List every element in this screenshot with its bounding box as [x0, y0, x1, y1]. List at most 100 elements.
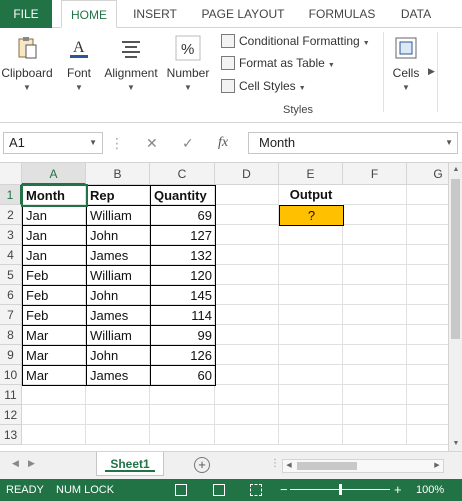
grid-cell[interactable]	[343, 265, 407, 285]
column-header-e[interactable]: E	[279, 163, 343, 185]
table-cell[interactable]: John	[86, 225, 151, 246]
number-group[interactable]: % Number ▼	[164, 28, 212, 123]
grid-cell[interactable]	[279, 225, 343, 245]
scroll-down-icon[interactable]: ▼	[449, 437, 462, 451]
page-break-view-icon[interactable]	[250, 484, 262, 496]
output-label[interactable]: Output	[279, 185, 343, 205]
grid-cell[interactable]	[279, 425, 343, 445]
grid-cell[interactable]	[407, 265, 448, 285]
row-header-12[interactable]: 12	[0, 405, 22, 425]
zoom-out-button[interactable]: −	[280, 479, 288, 501]
grid-cell[interactable]	[279, 385, 343, 405]
tab-home[interactable]: HOME	[61, 0, 117, 28]
table-cell[interactable]: William	[86, 205, 151, 226]
zoom-level[interactable]: 100%	[416, 479, 444, 501]
row-header-10[interactable]: 10	[0, 365, 22, 385]
tab-file[interactable]: FILE	[0, 0, 52, 28]
column-header-f[interactable]: F	[343, 163, 407, 185]
grid-cell[interactable]	[407, 325, 448, 345]
grid-cell[interactable]	[407, 425, 448, 445]
horizontal-scrollbar[interactable]: ◀ ▶	[282, 459, 444, 473]
column-header-a[interactable]: A	[22, 163, 86, 185]
scroll-right-icon[interactable]: ▶	[431, 460, 443, 472]
table-cell[interactable]: James	[86, 245, 151, 266]
row-header-6[interactable]: 6	[0, 285, 22, 305]
grid-cell[interactable]	[279, 345, 343, 365]
cell-styles-button[interactable]: Cell Styles ▼	[221, 76, 306, 96]
grid-cell[interactable]	[343, 225, 407, 245]
grid-cell[interactable]	[215, 185, 279, 205]
grid-cell[interactable]	[407, 225, 448, 245]
table-cell[interactable]: Mar	[22, 325, 87, 346]
grid-cell[interactable]	[215, 265, 279, 285]
table-cell[interactable]: James	[86, 365, 151, 386]
grid-cell[interactable]	[407, 285, 448, 305]
chevron-down-icon[interactable]: ▼	[89, 133, 97, 153]
vertical-scrollbar[interactable]: ▲ ▼	[448, 163, 462, 451]
grid-cell[interactable]	[22, 405, 86, 425]
grid-cell[interactable]	[215, 225, 279, 245]
grid-cell[interactable]	[407, 185, 448, 205]
grid-cell[interactable]	[215, 245, 279, 265]
row-header-9[interactable]: 9	[0, 345, 22, 365]
tab-data[interactable]: DATA	[393, 0, 439, 28]
grid-cell[interactable]	[215, 285, 279, 305]
grid-cell[interactable]	[215, 205, 279, 225]
column-header-g[interactable]: G	[407, 163, 448, 185]
table-cell[interactable]: William	[86, 325, 151, 346]
drag-handle-icon[interactable]: ⋮	[110, 132, 124, 154]
splitter-icon[interactable]: ⋮	[270, 458, 280, 469]
grid-cell[interactable]	[279, 305, 343, 325]
grid-cell[interactable]	[407, 405, 448, 425]
grid-cell[interactable]	[215, 405, 279, 425]
row-header-2[interactable]: 2	[0, 205, 22, 225]
formula-input[interactable]: Month ▼	[248, 132, 458, 154]
table-cell[interactable]: 114	[150, 305, 216, 326]
worksheet-grid[interactable]: A B C D E F G 1 2 3 4 5 6 7 8 9 10 11 12 13 Month Rep Quantity…	[0, 163, 448, 451]
zoom-in-button[interactable]: +	[394, 479, 402, 501]
normal-view-icon[interactable]	[175, 484, 187, 496]
chevron-down-icon[interactable]: ▼	[445, 133, 453, 153]
grid-cell[interactable]	[279, 325, 343, 345]
column-header-d[interactable]: D	[215, 163, 279, 185]
table-cell[interactable]: 120	[150, 265, 216, 286]
row-header-5[interactable]: 5	[0, 265, 22, 285]
grid-cell[interactable]	[22, 425, 86, 445]
grid-cell[interactable]	[343, 405, 407, 425]
table-cell[interactable]: Feb	[22, 285, 87, 306]
scroll-up-icon[interactable]: ▲	[449, 163, 462, 177]
clipboard-group[interactable]: Clipboard ▼	[0, 28, 54, 123]
grid-cell[interactable]	[343, 345, 407, 365]
font-group[interactable]: A Font ▼	[58, 28, 100, 123]
table-header-cell[interactable]: Quantity	[150, 185, 216, 206]
column-header-b[interactable]: B	[86, 163, 150, 185]
grid-cell[interactable]	[343, 385, 407, 405]
tab-insert[interactable]: INSERT	[127, 0, 183, 28]
output-cell[interactable]: ?	[279, 205, 344, 226]
table-cell[interactable]: John	[86, 345, 151, 366]
grid-cell[interactable]	[215, 385, 279, 405]
grid-cell[interactable]	[343, 205, 407, 225]
grid-cell[interactable]	[343, 425, 407, 445]
grid-cell[interactable]	[150, 405, 215, 425]
table-cell[interactable]: 60	[150, 365, 216, 386]
name-box[interactable]: A1 ▼	[3, 132, 103, 154]
table-header-cell[interactable]: Rep	[86, 185, 151, 206]
table-cell[interactable]: Mar	[22, 345, 87, 366]
grid-cell[interactable]	[279, 365, 343, 385]
grid-cell[interactable]	[150, 425, 215, 445]
grid-cell[interactable]	[150, 385, 215, 405]
grid-cell[interactable]	[407, 365, 448, 385]
row-header-7[interactable]: 7	[0, 305, 22, 325]
grid-cell[interactable]	[407, 245, 448, 265]
row-header-13[interactable]: 13	[0, 425, 22, 445]
insert-function-icon[interactable]: fx	[218, 132, 228, 154]
grid-cell[interactable]	[86, 425, 150, 445]
tab-page-layout[interactable]: PAGE LAYOUT	[196, 0, 290, 28]
grid-cell[interactable]	[279, 405, 343, 425]
confirm-icon[interactable]: ✓	[182, 132, 194, 154]
grid-cell[interactable]	[343, 325, 407, 345]
table-cell[interactable]: 126	[150, 345, 216, 366]
row-header-3[interactable]: 3	[0, 225, 22, 245]
table-cell[interactable]: 127	[150, 225, 216, 246]
